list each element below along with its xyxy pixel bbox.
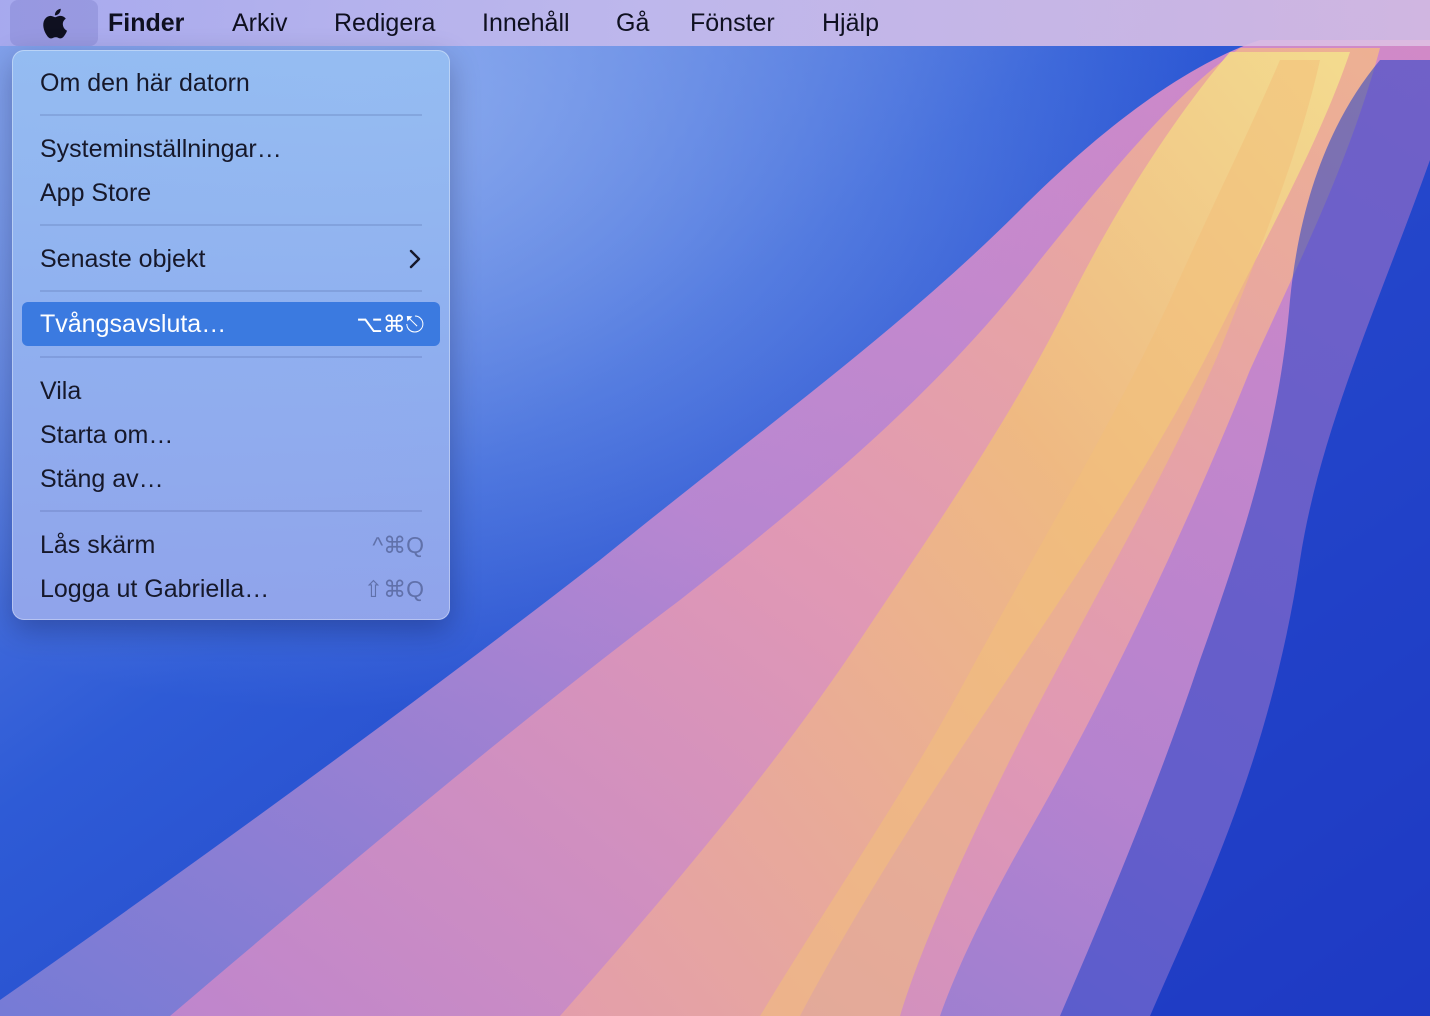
menu-separator <box>40 356 422 358</box>
menu-item-app-store[interactable]: App Store <box>22 171 440 215</box>
menu-item-label: Lås skärm <box>40 531 156 559</box>
menu-separator <box>40 114 422 116</box>
menu-item-label: Logga ut Gabriella… <box>40 575 270 603</box>
apple-logo-icon <box>43 8 67 39</box>
menu-separator <box>40 290 422 292</box>
menu-item-label: Senaste objekt <box>40 245 206 273</box>
menubar-item-hjalp[interactable]: Hjälp <box>822 0 879 46</box>
menu-separator <box>40 224 422 226</box>
menu-item-lock-screen[interactable]: Lås skärm ^⌘Q <box>22 523 440 567</box>
menu-item-label: App Store <box>40 179 152 207</box>
menu-item-force-quit[interactable]: Tvångsavsluta… ⌥⌘⎋ <box>22 302 440 346</box>
menubar-app-finder[interactable]: Finder <box>108 0 184 46</box>
menubar-item-innehall[interactable]: Innehåll <box>482 0 570 46</box>
menu-item-label: Systeminställningar… <box>40 135 282 163</box>
apple-menu-button[interactable] <box>10 0 98 46</box>
menu-bar: Finder Arkiv Redigera Innehåll Gå Fönste… <box>0 0 1430 46</box>
menu-item-label: Stäng av… <box>40 465 164 493</box>
keyboard-shortcut: ^⌘Q <box>372 532 424 558</box>
menu-item-recent-items[interactable]: Senaste objekt <box>22 237 440 281</box>
menubar-item-ga[interactable]: Gå <box>616 0 649 46</box>
desktop: Finder Arkiv Redigera Innehåll Gå Fönste… <box>0 0 1430 1016</box>
menu-item-restart[interactable]: Starta om… <box>22 413 440 457</box>
menu-item-shutdown[interactable]: Stäng av… <box>22 457 440 501</box>
menu-item-label: Starta om… <box>40 421 174 449</box>
menu-separator <box>40 510 422 512</box>
menubar-item-arkiv[interactable]: Arkiv <box>232 0 288 46</box>
menu-item-sleep[interactable]: Vila <box>22 369 440 413</box>
keyboard-shortcut: ⇧⌘Q <box>363 576 424 602</box>
menu-item-about[interactable]: Om den här datorn <box>22 61 440 105</box>
menubar-item-redigera[interactable]: Redigera <box>334 0 435 46</box>
chevron-right-icon <box>409 249 421 269</box>
menu-item-logout[interactable]: Logga ut Gabriella… ⇧⌘Q <box>22 567 440 611</box>
menu-item-system-settings[interactable]: Systeminställningar… <box>22 127 440 171</box>
menubar-item-fonster[interactable]: Fönster <box>690 0 775 46</box>
menu-item-label: Vila <box>40 377 82 405</box>
menu-item-label: Tvångsavsluta… <box>40 310 227 338</box>
menu-item-label: Om den här datorn <box>40 69 250 97</box>
keyboard-shortcut: ⌥⌘⎋ <box>356 311 424 337</box>
apple-menu-dropdown: Om den här datorn Systeminställningar… A… <box>12 50 450 620</box>
